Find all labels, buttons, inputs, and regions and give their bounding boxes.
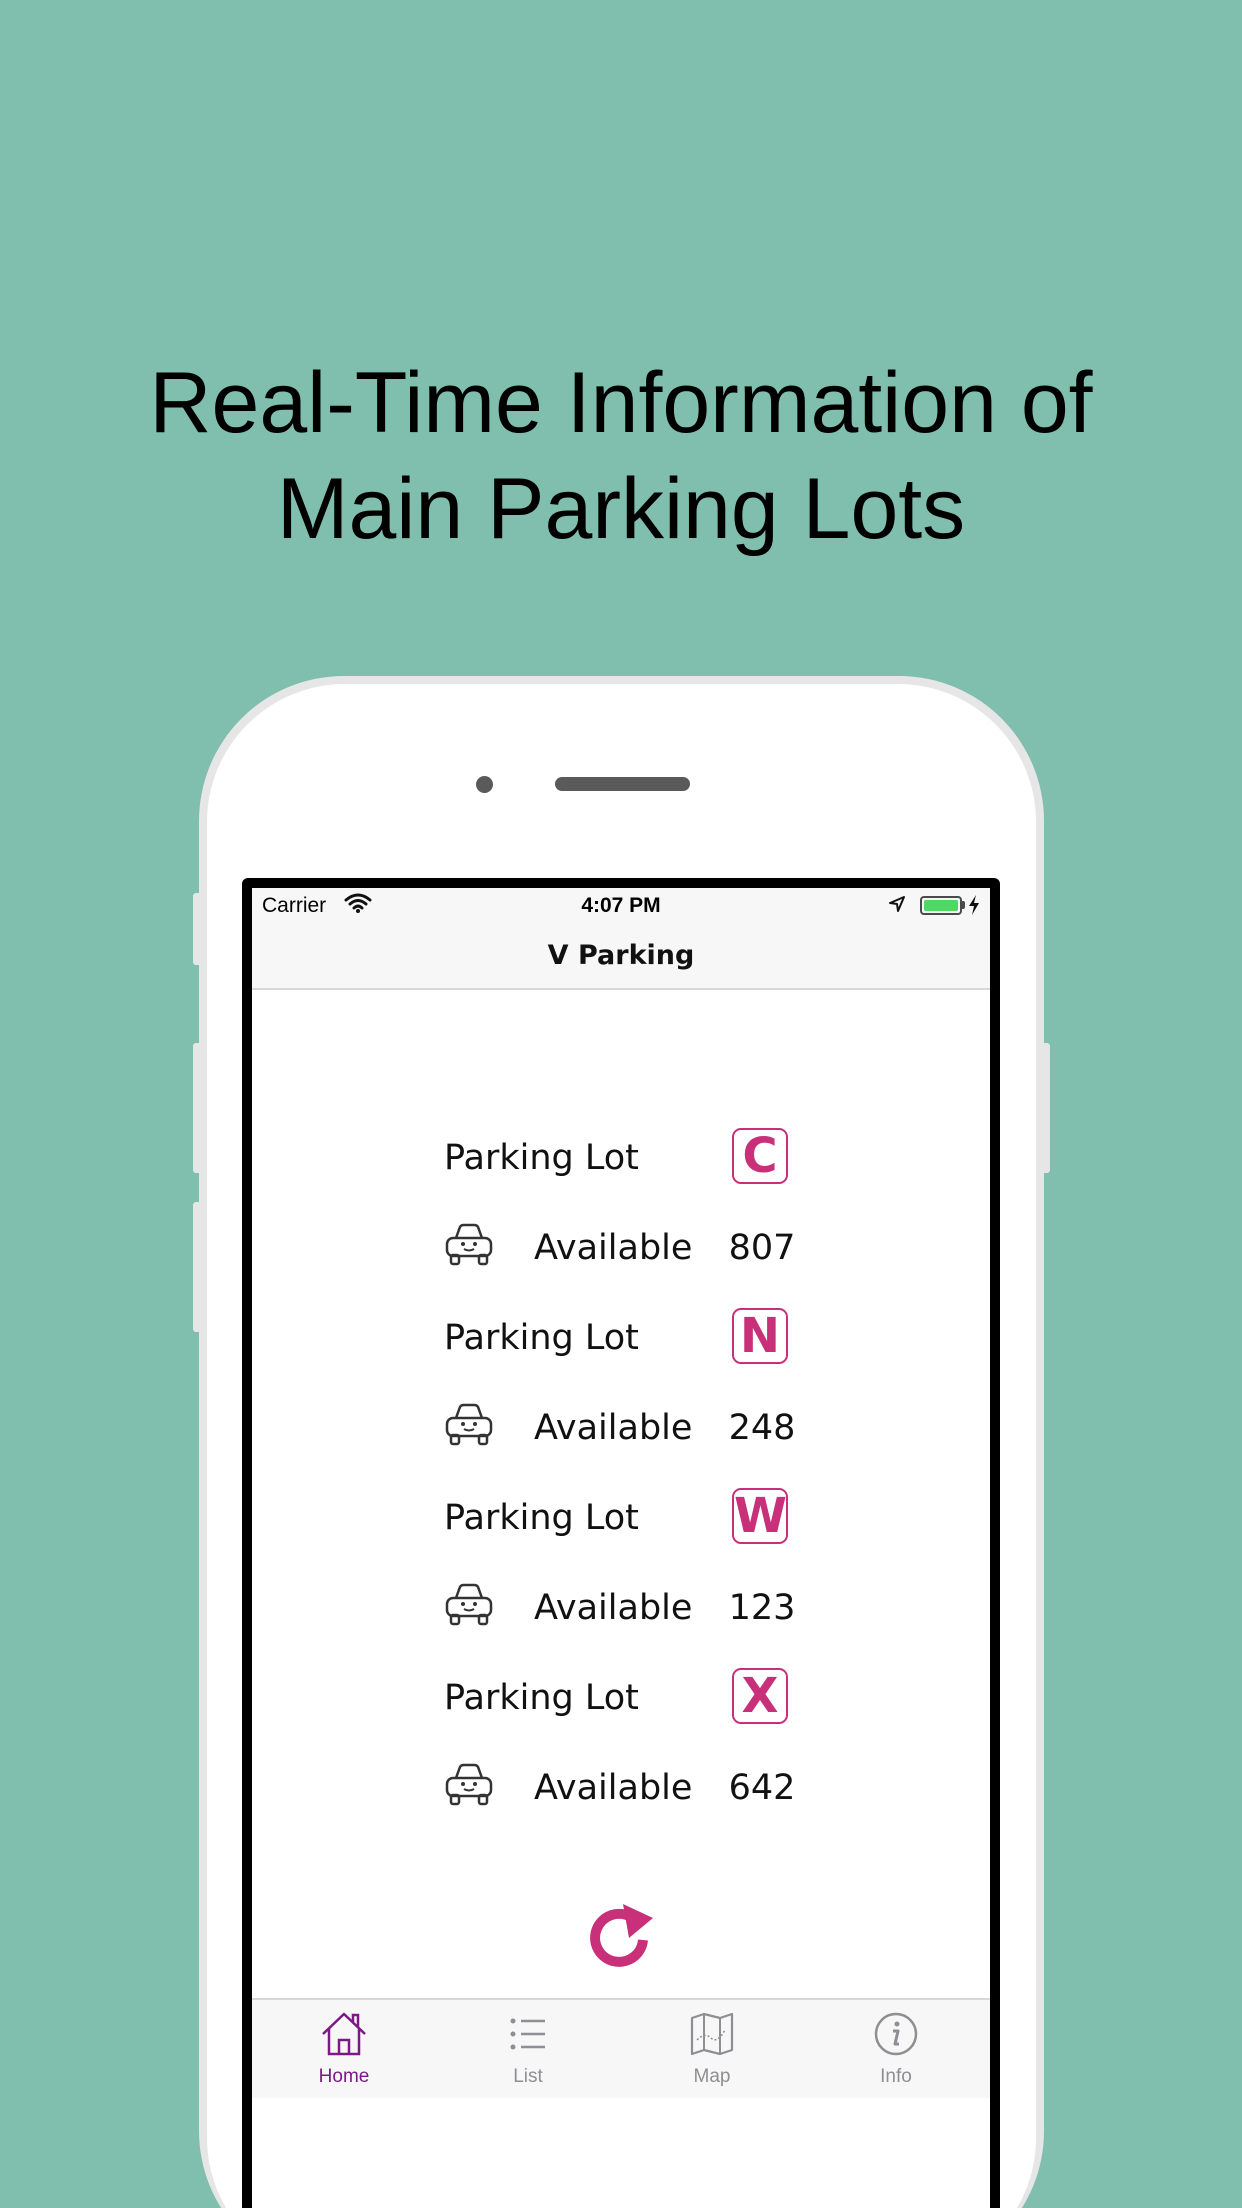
tab-label: Home xyxy=(318,2066,370,2087)
headline-line-1: Real-Time Information of xyxy=(149,355,1093,451)
headline-line-2: Main Parking Lots xyxy=(276,461,966,557)
available-count: 642 xyxy=(728,1768,796,1808)
available-label: Available xyxy=(534,1588,693,1628)
tab-map[interactable]: Map xyxy=(620,2000,804,2100)
refresh-icon xyxy=(590,1904,653,1967)
lot-availability-n: Available 248 xyxy=(444,1398,824,1458)
list-icon xyxy=(510,2018,545,2050)
battery-cap xyxy=(962,901,965,909)
nav-title: V Parking xyxy=(547,940,695,971)
lot-header-w: Parking Lot W xyxy=(444,1488,824,1548)
lot-availability-c: Available 807 xyxy=(444,1218,824,1278)
lot-label: Parking Lot xyxy=(444,1318,639,1358)
battery-icon xyxy=(920,896,962,915)
available-label: Available xyxy=(534,1228,693,1268)
tab-label: List xyxy=(513,2066,543,2087)
available-label: Available xyxy=(534,1768,693,1808)
status-time: 4:07 PM xyxy=(581,894,661,917)
lot-availability-w: Available 123 xyxy=(444,1578,824,1638)
refresh-button[interactable] xyxy=(583,1900,659,1981)
lot-code-badge: C xyxy=(732,1128,788,1184)
info-icon xyxy=(874,2012,918,2056)
map-icon xyxy=(690,2012,734,2056)
tab-label: Map xyxy=(693,2066,731,2087)
app-display: Carrier 4:07 PM V Parking Parking Lot C … xyxy=(252,888,990,2208)
lot-code-badge: N xyxy=(732,1308,788,1364)
available-count: 248 xyxy=(728,1408,796,1448)
car-icon xyxy=(444,1222,494,1277)
lot-code-badge: W xyxy=(732,1488,788,1544)
car-icon xyxy=(444,1582,494,1637)
phone-screen: Carrier 4:07 PM V Parking Parking Lot C … xyxy=(242,878,1000,2208)
lot-label: Parking Lot xyxy=(444,1678,639,1718)
navigation-bar: V Parking xyxy=(252,922,990,990)
promo-headline: Real-Time Information of Main Parking Lo… xyxy=(0,350,1242,562)
lot-availability-x: Available 642 xyxy=(444,1758,824,1818)
lot-header-n: Parking Lot N xyxy=(444,1308,824,1368)
status-bar: Carrier 4:07 PM xyxy=(252,888,990,922)
lot-header-x: Parking Lot X xyxy=(444,1668,824,1728)
available-count: 807 xyxy=(728,1228,796,1268)
tab-bar: Home List Map Info xyxy=(252,1998,990,2098)
parking-lot-list: Parking Lot C Available 807 Parking Lot … xyxy=(252,990,990,1990)
tab-info[interactable]: Info xyxy=(804,2000,988,2100)
tab-home[interactable]: Home xyxy=(252,2000,436,2100)
home-icon xyxy=(322,2012,366,2056)
car-icon xyxy=(444,1762,494,1817)
lot-code-badge: X xyxy=(732,1668,788,1724)
earpiece-speaker xyxy=(555,777,690,791)
available-count: 123 xyxy=(728,1588,796,1628)
front-camera xyxy=(476,776,493,793)
location-arrow-icon xyxy=(888,895,906,919)
tab-list[interactable]: List xyxy=(436,2000,620,2100)
charging-bolt-icon xyxy=(968,894,980,922)
car-icon xyxy=(444,1402,494,1457)
lot-header-c: Parking Lot C xyxy=(444,1128,824,1188)
lot-label: Parking Lot xyxy=(444,1498,639,1538)
tab-label: Info xyxy=(880,2066,912,2087)
available-label: Available xyxy=(534,1408,693,1448)
lot-label: Parking Lot xyxy=(444,1138,639,1178)
